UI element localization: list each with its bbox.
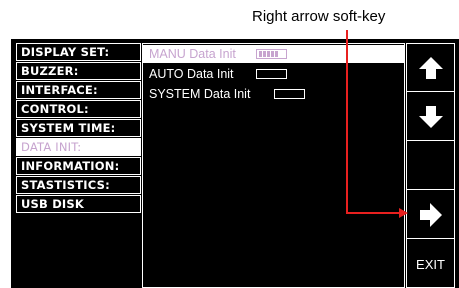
option-label: SYSTEM Data Init (149, 87, 251, 101)
annotation-label: Right arrow soft-key (252, 8, 386, 25)
progress-segment (267, 51, 270, 57)
softkey-exit[interactable]: EXIT (407, 240, 454, 288)
softkey-down[interactable] (407, 93, 454, 141)
exit-label: EXIT (416, 256, 445, 272)
option-label: MANU Data Init (149, 47, 236, 61)
option-auto-data-init[interactable]: AUTO Data Init (143, 65, 404, 83)
softkey-right[interactable] (407, 191, 454, 239)
up-arrow-icon (418, 56, 443, 79)
menu-item-system-time[interactable]: SYSTEM TIME: (16, 119, 141, 137)
instrument-screen: DISPLAY SET: BUZZER: INTERFACE: CONTROL:… (11, 39, 459, 288)
data-init-panel: MANU Data Init AUTO Data Init SYSTEM Dat… (142, 43, 405, 288)
progress-segment (271, 51, 274, 57)
option-system-data-init[interactable]: SYSTEM Data Init (143, 85, 404, 103)
progress-indicator (274, 89, 305, 99)
menu-item-statistics[interactable]: STASTISTICS: (16, 176, 141, 194)
menu-item-display-set[interactable]: DISPLAY SET: (16, 43, 141, 61)
menu-item-interface[interactable]: INTERFACE: (16, 81, 141, 99)
down-arrow-icon (418, 105, 443, 128)
menu-item-control[interactable]: CONTROL: (16, 100, 141, 118)
menu-item-buzzer[interactable]: BUZZER: (16, 62, 141, 80)
right-arrow-icon (419, 202, 442, 227)
option-label: AUTO Data Init (149, 67, 234, 81)
progress-segment (259, 51, 262, 57)
softkey-column: EXIT (406, 43, 455, 288)
progress-segment (263, 51, 266, 57)
softkey-blank[interactable] (407, 142, 454, 190)
menu-item-information[interactable]: INFORMATION: (16, 157, 141, 175)
option-manu-data-init[interactable]: MANU Data Init (143, 45, 404, 63)
progress-indicator (256, 49, 287, 59)
progress-indicator (256, 69, 287, 79)
menu-item-usb-disk[interactable]: USB DISK (16, 195, 141, 213)
softkey-up[interactable] (407, 44, 454, 92)
menu-item-data-init[interactable]: DATA INIT: (16, 138, 141, 156)
progress-segment (275, 51, 278, 57)
